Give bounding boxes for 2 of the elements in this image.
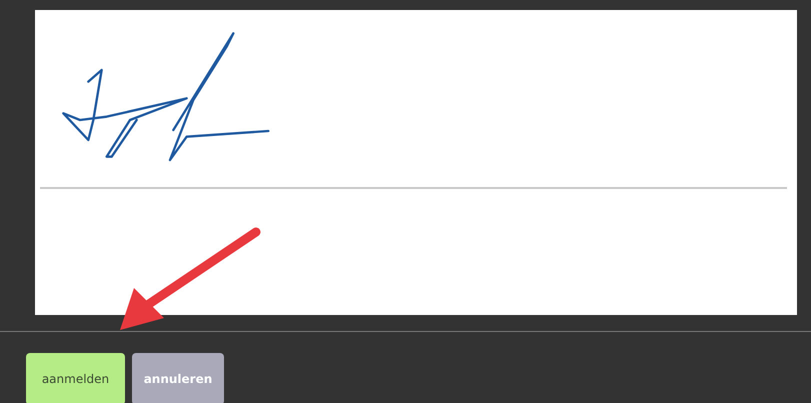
sign-in-button[interactable]: aanmelden [26, 353, 125, 403]
signature-pad[interactable] [35, 10, 797, 315]
